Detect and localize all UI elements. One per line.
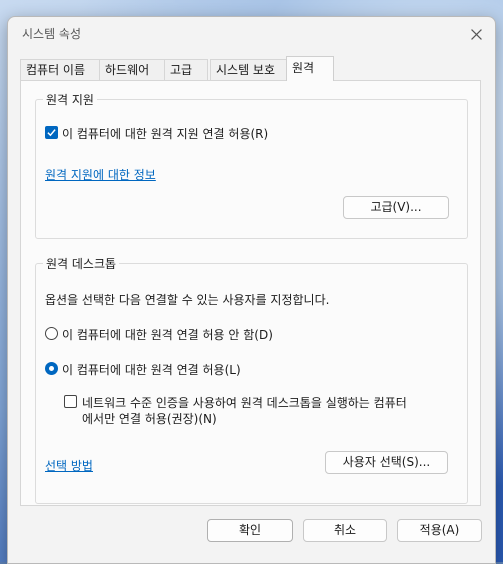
system-properties-dialog: 시스템 속성 컴퓨터 이름 하드웨어 고급 시스템 보호 원격 원격 지원 이 … [7,16,496,564]
apply-button[interactable]: 적용(A) [397,519,482,542]
select-users-button[interactable]: 사용자 선택(S)... [325,451,448,474]
title-bar[interactable]: 시스템 속성 [8,17,495,53]
tab-advanced[interactable]: 고급 [164,59,208,80]
window-title: 시스템 속성 [22,27,82,41]
remote-desktop-group: 원격 데스크톱 옵션을 선택한 다음 연결할 수 있는 사용자를 지정합니다. … [35,255,468,504]
remote-assistance-group: 원격 지원 이 컴퓨터에 대한 원격 지원 연결 허용(R) 원격 지원에 대한… [35,91,468,239]
remote-assistance-info-link[interactable]: 원격 지원에 대한 정보 [45,166,156,183]
nla-only-label-line1[interactable]: 네트워크 수준 인증을 사용하여 원격 데스크톱을 실행하는 컴퓨터 [82,394,407,411]
allow-remote-assistance-checkbox[interactable] [45,126,58,139]
nla-only-label-line2[interactable]: 에서만 연결 허용(권장)(N) [82,410,217,427]
cancel-button[interactable]: 취소 [303,519,387,542]
remote-desktop-group-label: 원격 데스크톱 [43,255,120,272]
disallow-remote-connection-label[interactable]: 이 컴퓨터에 대한 원격 연결 허용 안 함(D) [62,326,273,343]
allow-remote-connection-radio[interactable] [45,362,58,375]
ok-button[interactable]: 확인 [207,519,293,542]
allow-remote-assistance-label[interactable]: 이 컴퓨터에 대한 원격 지원 연결 허용(R) [62,125,268,142]
remote-assistance-group-label: 원격 지원 [43,91,97,108]
selection-help-link[interactable]: 선택 방법 [45,457,93,474]
close-icon [470,28,482,40]
tab-hardware[interactable]: 하드웨어 [99,59,167,80]
tab-panel-remote: 원격 지원 이 컴퓨터에 대한 원격 지원 연결 허용(R) 원격 지원에 대한… [20,80,481,506]
disallow-remote-connection-radio[interactable] [45,327,58,340]
tab-system-protection[interactable]: 시스템 보호 [210,59,289,80]
tab-remote[interactable]: 원격 [286,56,334,81]
remote-desktop-description: 옵션을 선택한 다음 연결할 수 있는 사용자를 지정합니다. [45,293,330,307]
checkmark-icon [47,129,56,137]
close-button[interactable] [463,21,489,47]
allow-remote-connection-label[interactable]: 이 컴퓨터에 대한 원격 연결 허용(L) [62,361,241,378]
nla-only-checkbox[interactable] [64,395,77,408]
tab-computer-name[interactable]: 컴퓨터 이름 [20,59,102,80]
advanced-button[interactable]: 고급(V)... [343,196,449,219]
